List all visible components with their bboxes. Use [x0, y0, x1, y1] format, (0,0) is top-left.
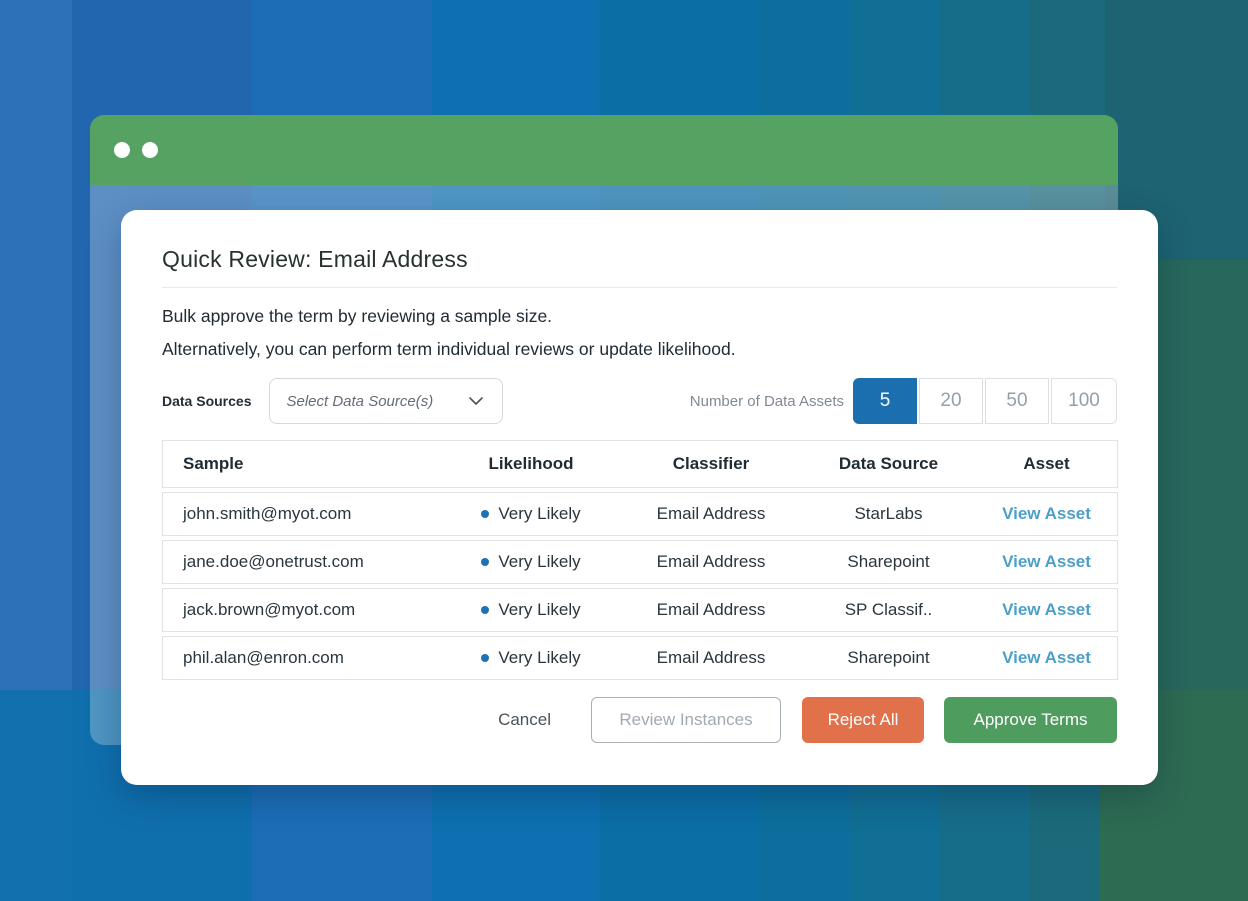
column-header-likelihood: Likelihood — [441, 454, 621, 474]
view-asset-link[interactable]: View Asset — [1002, 504, 1091, 524]
approve-terms-button[interactable]: Approve Terms — [944, 697, 1117, 743]
classifier-cell: Email Address — [621, 600, 801, 620]
column-header-data-source: Data Source — [801, 454, 976, 474]
likelihood-dot-icon — [481, 606, 489, 614]
samples-table: Sample Likelihood Classifier Data Source… — [162, 440, 1118, 684]
asset-cell: View Asset — [976, 648, 1117, 668]
view-asset-link[interactable]: View Asset — [1002, 648, 1091, 668]
table-row: john.smith@myot.com Very Likely Email Ad… — [162, 492, 1118, 536]
assets-count-label: Number of Data Assets — [690, 393, 844, 410]
window-titlebar — [90, 115, 1118, 185]
modal-footer: Cancel Review Instances Reject All Appro… — [162, 697, 1117, 743]
data-source-cell: Sharepoint — [801, 648, 976, 668]
data-source-select[interactable]: Select Data Source(s) — [269, 378, 503, 424]
data-source-cell: StarLabs — [801, 504, 976, 524]
assets-count-option-5[interactable]: 5 — [853, 378, 917, 424]
table-row: jane.doe@onetrust.com Very Likely Email … — [162, 540, 1118, 584]
data-source-cell: SP Classif.. — [801, 600, 976, 620]
assets-count-option-100[interactable]: 100 — [1051, 378, 1117, 424]
likelihood-label: Very Likely — [498, 648, 580, 668]
title-divider — [162, 287, 1117, 288]
likelihood-dot-icon — [481, 510, 489, 518]
cancel-button[interactable]: Cancel — [478, 697, 571, 743]
likelihood-label: Very Likely — [498, 600, 580, 620]
desktop-background: Quick Review: Email Address Bulk approve… — [0, 0, 1248, 901]
modal-description-line: Alternatively, you can perform term indi… — [162, 339, 1117, 360]
classifier-cell: Email Address — [621, 504, 801, 524]
data-sources-label: Data Sources — [162, 393, 251, 409]
asset-cell: View Asset — [976, 600, 1117, 620]
sample-cell: jane.doe@onetrust.com — [163, 552, 441, 572]
data-source-placeholder: Select Data Source(s) — [286, 393, 466, 410]
controls-row: Data Sources Select Data Source(s) Numbe… — [162, 378, 1117, 424]
column-header-classifier: Classifier — [621, 454, 801, 474]
likelihood-cell: Very Likely — [441, 648, 621, 668]
likelihood-label: Very Likely — [498, 552, 580, 572]
column-header-asset: Asset — [976, 454, 1117, 474]
table-row: jack.brown@myot.com Very Likely Email Ad… — [162, 588, 1118, 632]
background-tile — [0, 690, 72, 901]
asset-cell: View Asset — [976, 504, 1117, 524]
view-asset-link[interactable]: View Asset — [1002, 552, 1091, 572]
review-instances-button[interactable]: Review Instances — [591, 697, 781, 743]
likelihood-cell: Very Likely — [441, 504, 621, 524]
likelihood-cell: Very Likely — [441, 600, 621, 620]
assets-count-group: Number of Data Assets 5 20 50 100 — [690, 378, 1117, 424]
classifier-cell: Email Address — [621, 552, 801, 572]
sample-cell: jack.brown@myot.com — [163, 600, 441, 620]
background-tile — [1150, 260, 1248, 690]
likelihood-dot-icon — [481, 558, 489, 566]
modal-title: Quick Review: Email Address — [162, 246, 1117, 273]
likelihood-cell: Very Likely — [441, 552, 621, 572]
window-dot-icon — [114, 142, 130, 158]
table-row: phil.alan@enron.com Very Likely Email Ad… — [162, 636, 1118, 680]
sample-cell: john.smith@myot.com — [163, 504, 441, 524]
classifier-cell: Email Address — [621, 648, 801, 668]
column-header-sample: Sample — [163, 454, 441, 474]
likelihood-label: Very Likely — [498, 504, 580, 524]
reject-all-button[interactable]: Reject All — [802, 697, 924, 743]
assets-count-option-50[interactable]: 50 — [985, 378, 1049, 424]
assets-count-option-20[interactable]: 20 — [919, 378, 983, 424]
asset-cell: View Asset — [976, 552, 1117, 572]
data-source-cell: Sharepoint — [801, 552, 976, 572]
sample-cell: phil.alan@enron.com — [163, 648, 441, 668]
window-dot-icon — [142, 142, 158, 158]
quick-review-modal: Quick Review: Email Address Bulk approve… — [121, 210, 1158, 785]
likelihood-dot-icon — [481, 654, 489, 662]
modal-description-line: Bulk approve the term by reviewing a sam… — [162, 306, 1117, 327]
chevron-down-icon — [466, 391, 486, 411]
view-asset-link[interactable]: View Asset — [1002, 600, 1091, 620]
table-header-row: Sample Likelihood Classifier Data Source… — [162, 440, 1118, 488]
